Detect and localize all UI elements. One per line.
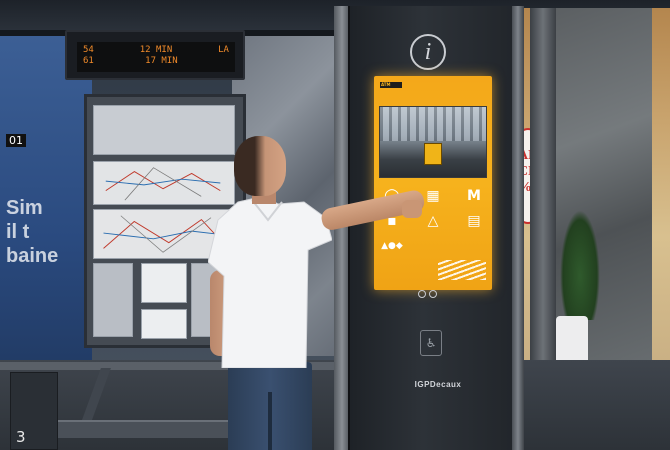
corner-number: 3 xyxy=(16,428,26,446)
departure-row: 54 12 MIN LA xyxy=(83,45,229,56)
destination: LA xyxy=(218,45,229,55)
potted-plant xyxy=(560,210,600,320)
nav-next-button[interactable] xyxy=(429,290,437,298)
photo-scene: 01 Sim il t baine AL CE % 54 12 MIN LA 6… xyxy=(0,0,670,450)
kiosk-touchscreen[interactable]: ATM ◯ ▦ M ▪ △ ▤ ▲●◆ xyxy=(374,76,492,290)
person-hand xyxy=(402,200,422,218)
departure-led-panel: 54 12 MIN LA 61 17 MIN xyxy=(77,42,235,72)
person-head xyxy=(234,136,286,196)
kiosk-frame-right xyxy=(512,6,524,450)
route-number: 61 xyxy=(83,56,94,66)
tram-map-icon[interactable]: ▦ xyxy=(421,188,445,204)
jeans-seam xyxy=(268,392,272,450)
metro-icon[interactable]: M xyxy=(462,188,486,204)
departure-display: 54 12 MIN LA 61 17 MIN xyxy=(65,30,245,80)
info-icon: i xyxy=(410,34,446,70)
timetable-sheet xyxy=(141,263,187,303)
tram-photo xyxy=(379,106,487,178)
menu-row: ▲●◆ xyxy=(380,238,486,254)
accessibility-icon[interactable]: ♿ xyxy=(420,330,442,356)
nav-prev-button[interactable] xyxy=(418,290,426,298)
route-number: 54 xyxy=(83,45,94,55)
wait-time: 17 MIN xyxy=(145,56,178,66)
accessibility-screen-icon[interactable]: ▲●◆ xyxy=(380,238,404,254)
store-number: 01 xyxy=(6,134,26,147)
transit-logo: ATM xyxy=(380,82,402,88)
tram-icon xyxy=(424,143,442,165)
map-panel xyxy=(93,263,133,337)
background-storefront-left: 01 Sim il t baine xyxy=(0,36,92,376)
store-window-text: Sim il t baine xyxy=(6,197,59,267)
station-roof xyxy=(380,107,486,141)
wait-time: 12 MIN xyxy=(139,45,173,55)
departure-row: 61 17 MIN xyxy=(83,56,229,67)
decorative-stripes xyxy=(438,260,486,280)
screen-navigation xyxy=(418,290,442,298)
alert-icon[interactable]: △ xyxy=(421,213,445,229)
timetable-sheet xyxy=(141,309,187,339)
book-icon[interactable]: ▤ xyxy=(462,213,486,229)
map-panel xyxy=(93,105,235,155)
brand-label: IGPDecaux xyxy=(414,380,462,389)
person-shirt xyxy=(208,196,332,368)
